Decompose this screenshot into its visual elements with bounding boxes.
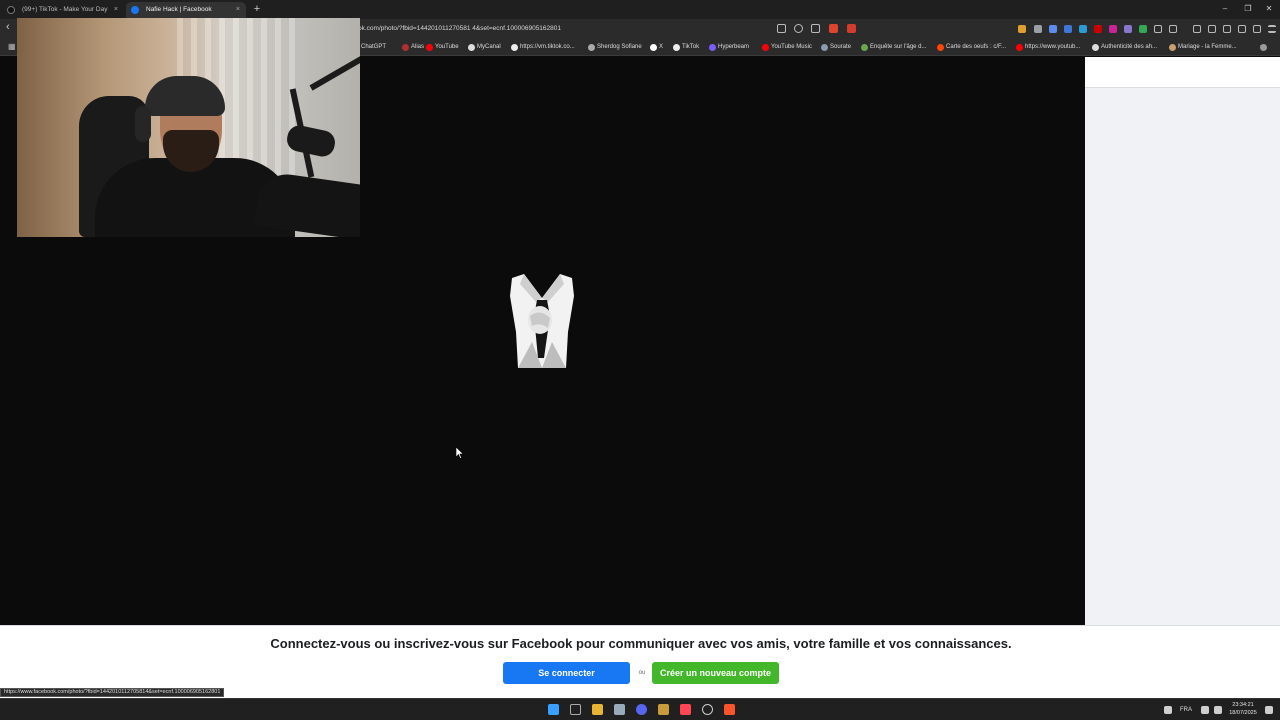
notification-icon[interactable] <box>1265 706 1273 714</box>
wallet-icon[interactable] <box>1223 25 1231 33</box>
terminal-icon[interactable] <box>570 704 581 715</box>
headphones <box>135 106 151 142</box>
bookmark-item[interactable]: YouTube <box>426 42 459 53</box>
new-tab-button[interactable]: + <box>250 2 264 16</box>
webcam-overlay <box>17 18 360 237</box>
vpn-icon[interactable] <box>1238 25 1246 33</box>
language-indicator[interactable]: FRA <box>1180 704 1192 716</box>
tab-facebook[interactable]: Nafie Hack | Facebook × <box>126 2 246 18</box>
close-window-icon[interactable]: ✕ <box>1263 3 1275 15</box>
minimize-icon[interactable]: – <box>1219 3 1231 15</box>
bookmark-item[interactable]: Carte des oeufs : c/F... <box>937 42 1006 53</box>
extension-icon[interactable] <box>1064 25 1072 33</box>
brave-icon[interactable] <box>724 704 735 715</box>
bookmark-item[interactable]: Mariage - la Femme... <box>1169 42 1237 53</box>
extension-icon[interactable] <box>1079 25 1087 33</box>
extension-icon[interactable] <box>1109 25 1117 33</box>
mic-arm <box>309 55 360 91</box>
extension-icon[interactable] <box>1034 25 1042 33</box>
extension-icon[interactable] <box>1094 25 1102 33</box>
apps-grid-icon[interactable]: ▦ <box>8 42 17 51</box>
close-icon[interactable]: × <box>236 2 240 18</box>
discord-icon[interactable] <box>636 704 647 715</box>
panel-header <box>1085 57 1280 88</box>
tiktok-icon <box>7 6 15 14</box>
close-icon[interactable]: × <box>114 2 118 18</box>
login-button[interactable]: Se connecter <box>503 662 630 684</box>
bookmark-item[interactable]: Authenticité des ah... <box>1092 42 1157 53</box>
separator-text: ou <box>638 670 646 676</box>
extension-icon[interactable] <box>1049 25 1057 33</box>
bookmark-item[interactable]: Sourate <box>821 42 851 53</box>
volume-icon[interactable] <box>1214 706 1222 714</box>
extension-icon[interactable] <box>1018 25 1026 33</box>
league-icon[interactable] <box>658 704 669 715</box>
profile-photo[interactable] <box>508 272 576 370</box>
valorant-icon[interactable] <box>680 704 691 715</box>
bookmark-item[interactable]: Alias <box>402 42 424 53</box>
status-bar-url: https://www.facebook.com/photo/?fbid=144… <box>0 688 225 697</box>
bookmark-item[interactable]: Enquête sur l'âge d... <box>861 42 927 53</box>
bookmark-item[interactable]: Sherdog Sofiane <box>588 42 642 53</box>
bookmark-item[interactable]: X <box>650 42 663 53</box>
facebook-icon <box>131 6 139 14</box>
sidebar-icon[interactable] <box>1208 25 1216 33</box>
microphone-tray-icon[interactable] <box>1164 706 1172 714</box>
banner-text: Connectez-vous ou inscrivez-vous sur Fac… <box>270 636 1012 651</box>
share-icon[interactable] <box>811 24 820 33</box>
clock-date[interactable]: 18/07/2025 <box>1226 710 1260 716</box>
bookmark-item[interactable]: YouTube Music <box>762 42 812 53</box>
browser-tab-strip: (99+) TikTok - Make Your Day × Nafie Hac… <box>0 0 1280 19</box>
bookmark-item[interactable]: https://www.youtub... <box>1016 42 1080 53</box>
cast-icon[interactable] <box>777 24 786 33</box>
bookmark-item[interactable]: https://vm.tiktok.co... <box>511 42 575 53</box>
network-icon[interactable] <box>1201 706 1209 714</box>
calculator-icon[interactable] <box>614 704 625 715</box>
tab-title: (99+) TikTok - Make Your Day <box>22 6 108 13</box>
chrome-icon[interactable] <box>702 704 713 715</box>
puzzle-icon[interactable] <box>1154 25 1162 33</box>
clock-time[interactable]: 23:34:21 <box>1226 702 1260 708</box>
url-field[interactable]: ok.com/photo/?fbid=144201011270581 4&set… <box>358 22 782 36</box>
leo-icon[interactable] <box>1253 25 1261 33</box>
bookmark-item[interactable]: TikTok <box>673 42 699 53</box>
extension-icon[interactable] <box>1139 25 1147 33</box>
bookmark-item[interactable]: MyCanal <box>468 42 501 53</box>
menu-icon[interactable] <box>1268 25 1276 33</box>
restore-icon[interactable]: ❐ <box>1242 3 1254 15</box>
tab-tiktok[interactable]: (99+) TikTok - Make Your Day × <box>2 2 124 18</box>
streamer-arm <box>253 170 360 237</box>
back-arrow-icon[interactable]: ‹ <box>6 21 10 33</box>
create-account-button[interactable]: Créer un nouveau compte <box>652 662 779 684</box>
windows-start-icon[interactable] <box>548 704 559 715</box>
windows-taskbar: FRA 23:34:21 18/07/2025 <box>0 698 1280 720</box>
music-icon[interactable] <box>1193 25 1201 33</box>
extension-icon[interactable] <box>1169 25 1177 33</box>
mouse-cursor-icon <box>456 447 464 459</box>
file-explorer-icon[interactable] <box>592 704 603 715</box>
bookmark-item[interactable]: Hyperbeam <box>709 42 749 53</box>
bookmarks-overflow-icon[interactable]: » <box>1260 42 1268 53</box>
brave-shields-icon[interactable] <box>829 24 838 33</box>
brave-rewards-icon[interactable] <box>847 24 856 33</box>
extension-icon[interactable] <box>1124 25 1132 33</box>
photo-details-panel <box>1085 57 1280 625</box>
zoom-icon[interactable] <box>794 24 803 33</box>
tab-title: Nafie Hack | Facebook <box>146 6 212 13</box>
